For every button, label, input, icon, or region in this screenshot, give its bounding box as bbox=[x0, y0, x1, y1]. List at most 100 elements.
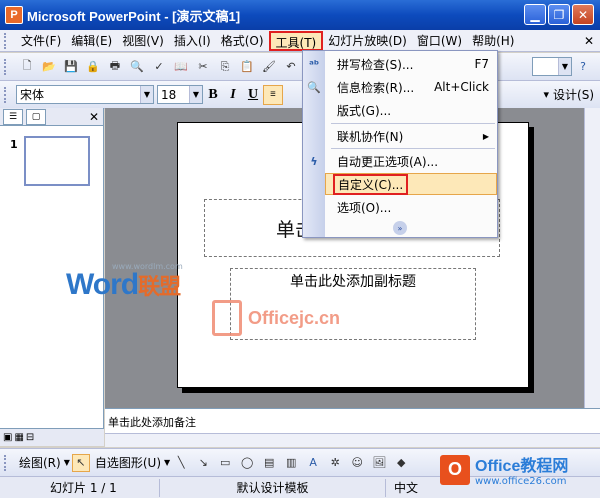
slideshow-view-icon[interactable]: ⊟ bbox=[26, 432, 34, 443]
normal-view-icon[interactable]: ▣ bbox=[3, 432, 12, 443]
menu-window[interactable]: 窗口(W) bbox=[412, 31, 467, 51]
wordlm-word: Word bbox=[66, 268, 139, 301]
expand-menu-icon[interactable]: » bbox=[393, 221, 407, 235]
vertical-textbox-icon[interactable]: ▥ bbox=[282, 454, 300, 472]
help-icon[interactable]: ? bbox=[574, 58, 592, 76]
size-dropdown-icon[interactable]: ▼ bbox=[189, 86, 202, 103]
align-left-icon[interactable]: ≡ bbox=[263, 84, 283, 105]
panel-close-icon[interactable]: ✕ bbox=[89, 110, 99, 124]
slide-thumbnail[interactable] bbox=[24, 136, 90, 186]
menu-label: 选项(O)... bbox=[337, 200, 392, 215]
formatting-toolbar: 宋体 ▼ 18 ▼ B I U ≡ ▾ 设计(S) bbox=[0, 81, 600, 109]
spelling-menu-icon: ᵃᵇ bbox=[308, 57, 320, 71]
arrow-icon[interactable]: ↘ bbox=[194, 454, 212, 472]
menu-label: 拼写检查(S)... bbox=[337, 57, 414, 72]
officejc-logo-icon bbox=[212, 300, 242, 336]
menu-item-options[interactable]: 选项(O)... bbox=[325, 196, 497, 218]
menu-item-research[interactable]: 信息检索(R)... Alt+Click bbox=[325, 76, 497, 98]
save-icon[interactable]: 💾 bbox=[62, 58, 80, 76]
menu-tools[interactable]: 工具(T) bbox=[268, 30, 324, 51]
menu-view[interactable]: 视图(V) bbox=[117, 31, 169, 51]
menu-slideshow[interactable]: 幻灯片放映(D) bbox=[323, 31, 412, 51]
design-button[interactable]: 设计(S) bbox=[553, 86, 594, 103]
font-size-combo[interactable]: 18 ▼ bbox=[157, 85, 203, 104]
research-icon[interactable]: 📖 bbox=[172, 58, 190, 76]
autocorrect-menu-icon: ϟ bbox=[310, 154, 318, 168]
menu-label: 联机协作(N) bbox=[337, 129, 404, 144]
copy-icon[interactable]: ⎘ bbox=[216, 58, 234, 76]
doc-close-icon[interactable]: ✕ bbox=[584, 34, 594, 48]
picture-icon[interactable]: 🖼 bbox=[370, 454, 388, 472]
menu-item-layout[interactable]: 版式(G)... bbox=[325, 99, 497, 121]
menu-separator bbox=[331, 148, 495, 149]
horizontal-scrollbar[interactable] bbox=[105, 433, 600, 447]
menu-item-spelling[interactable]: 拼写检查(S)... F7 bbox=[325, 53, 497, 75]
menu-item-autocorrect[interactable]: 自动更正选项(A)... bbox=[325, 150, 497, 172]
diagram-icon[interactable]: ✲ bbox=[326, 454, 344, 472]
oval-icon[interactable]: ◯ bbox=[238, 454, 256, 472]
menu-bar: 文件(F) 编辑(E) 视图(V) 插入(I) 格式(O) 工具(T) 幻灯片放… bbox=[0, 30, 600, 52]
notes-pane[interactable]: 单击此处添加备注 bbox=[105, 408, 600, 433]
sorter-view-icon[interactable]: ▦ bbox=[14, 432, 23, 443]
line-icon[interactable]: ╲ bbox=[172, 454, 190, 472]
paste-icon[interactable]: 📋 bbox=[238, 58, 256, 76]
font-dropdown-icon[interactable]: ▼ bbox=[140, 86, 153, 103]
design-icon: ▾ bbox=[543, 88, 550, 101]
wordart-icon[interactable]: A bbox=[304, 454, 322, 472]
toolbar-grip[interactable] bbox=[4, 58, 12, 75]
toolbar-grip[interactable] bbox=[4, 86, 12, 103]
menu-label: 信息检索(R)... bbox=[337, 80, 415, 95]
menu-shortcut: F7 bbox=[474, 57, 489, 71]
office26-title: Office教程网 bbox=[475, 458, 569, 475]
toolbar-grip[interactable] bbox=[4, 454, 12, 471]
menu-help[interactable]: 帮助(H) bbox=[467, 31, 519, 51]
officejc-text: Officejc.cn bbox=[248, 307, 341, 328]
template-name: 默认设计模板 bbox=[160, 478, 386, 497]
format-painter-icon[interactable]: 🖌 bbox=[260, 58, 278, 76]
spelling-icon[interactable]: ✓ bbox=[150, 58, 168, 76]
open-icon[interactable]: 📂 bbox=[40, 58, 58, 76]
menu-edit[interactable]: 编辑(E) bbox=[66, 31, 117, 51]
font-name-combo[interactable]: 宋体 ▼ bbox=[16, 85, 154, 104]
new-icon[interactable]: 🗋 bbox=[18, 58, 36, 76]
print-preview-icon[interactable]: 🔍 bbox=[128, 58, 146, 76]
menu-shortcut: Alt+Click bbox=[434, 80, 489, 94]
permission-icon[interactable]: 🔒 bbox=[84, 58, 102, 76]
window-title: Microsoft PowerPoint - [演示文稿1] bbox=[27, 8, 241, 24]
select-objects-icon[interactable]: ↖ bbox=[71, 453, 90, 472]
minimize-button[interactable]: ▁ bbox=[524, 4, 546, 25]
menu-item-online-collab[interactable]: 联机协作(N) ▶ bbox=[325, 125, 497, 147]
underline-button[interactable]: U bbox=[243, 85, 263, 105]
restore-button[interactable]: ❐ bbox=[548, 4, 570, 25]
close-button[interactable]: ✕ bbox=[572, 4, 594, 25]
toolbar-grip[interactable] bbox=[4, 32, 12, 49]
print-icon[interactable]: 🖶 bbox=[106, 58, 124, 76]
fill-color-icon[interactable]: ◆ bbox=[392, 454, 410, 472]
rectangle-icon[interactable]: ▭ bbox=[216, 454, 234, 472]
draw-menu-button[interactable]: 绘图(R) bbox=[16, 454, 64, 471]
menu-item-customize[interactable]: 自定义(C)... bbox=[325, 173, 497, 195]
slides-tab[interactable]: ▢ bbox=[26, 108, 46, 125]
italic-button[interactable]: I bbox=[223, 85, 243, 105]
outline-tab[interactable]: ☰ bbox=[3, 108, 23, 125]
zoom-combo[interactable]: ▼ bbox=[532, 57, 572, 76]
language-indicator: 中文 bbox=[394, 480, 419, 495]
menu-insert[interactable]: 插入(I) bbox=[169, 31, 216, 51]
research-menu-icon: 🔍 bbox=[307, 80, 321, 94]
wordlm-cn: 联盟 bbox=[138, 274, 181, 299]
menu-file[interactable]: 文件(F) bbox=[16, 31, 66, 51]
cut-icon[interactable]: ✂ bbox=[194, 58, 212, 76]
clipart-icon[interactable]: ☺ bbox=[348, 454, 366, 472]
slide-count: 幻灯片 1 / 1 bbox=[0, 478, 160, 497]
menu-label: 自定义(C)... bbox=[333, 173, 409, 195]
menu-format[interactable]: 格式(O) bbox=[216, 31, 269, 51]
powerpoint-icon: P bbox=[5, 6, 23, 24]
autoshapes-dropdown-icon[interactable]: ▼ bbox=[164, 458, 170, 467]
bold-button[interactable]: B bbox=[203, 85, 223, 105]
autoshapes-button[interactable]: 自选图形(U) bbox=[92, 454, 164, 471]
draw-dropdown-icon[interactable]: ▼ bbox=[64, 458, 70, 467]
vertical-scrollbar[interactable] bbox=[584, 108, 600, 408]
textbox-icon[interactable]: ▤ bbox=[260, 454, 278, 472]
office26-watermark: O Office教程网 www.office26.com bbox=[440, 452, 568, 487]
undo-icon[interactable]: ↶ bbox=[282, 58, 300, 76]
